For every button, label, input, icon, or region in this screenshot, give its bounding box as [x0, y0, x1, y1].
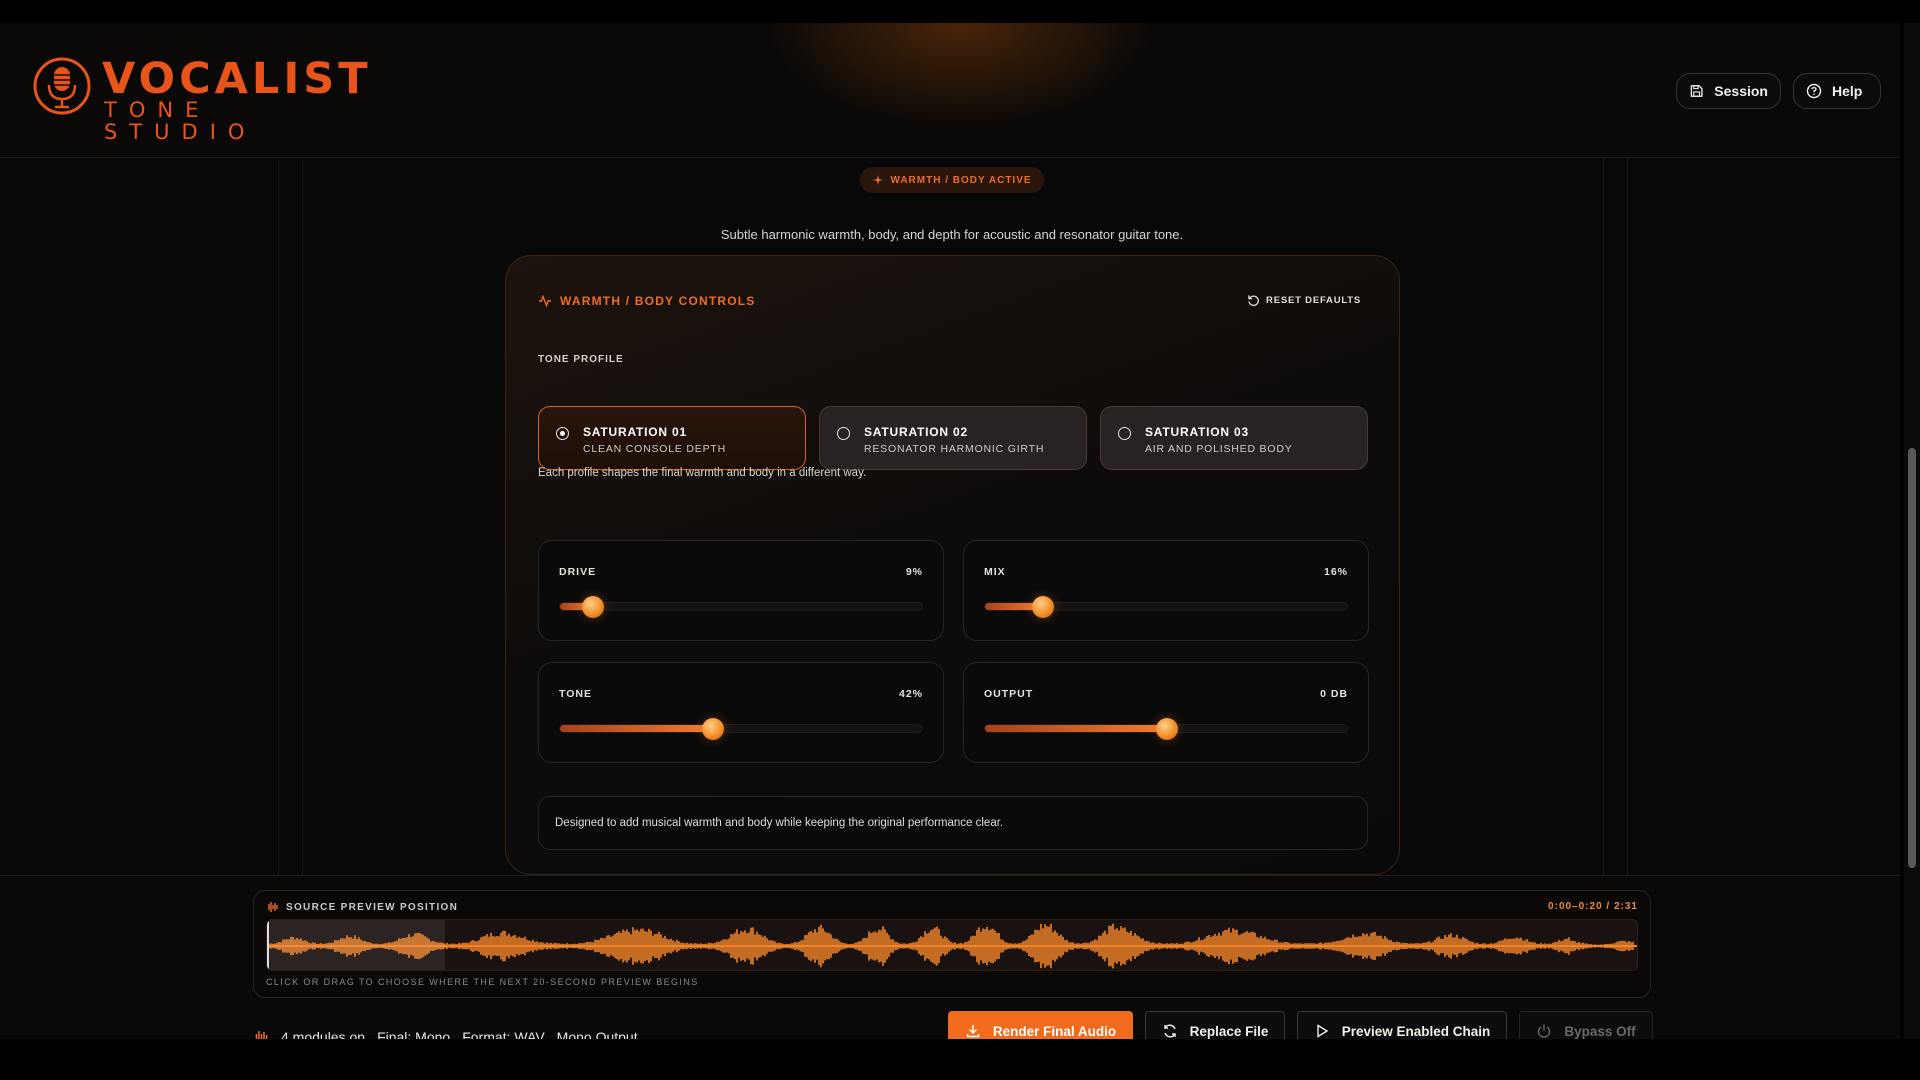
radio-selected — [556, 427, 569, 440]
status-summary: 4 modules on Final: Mono Format: WAV Mon… — [253, 1029, 638, 1039]
panel-heading: WARMTH / BODY CONTROLS — [538, 294, 756, 308]
output-control: OUTPUT 0 DB — [963, 662, 1369, 763]
output-channels: Mono Output — [556, 1029, 638, 1039]
preview-heading: SOURCE PREVIEW POSITION — [266, 901, 458, 913]
profile-saturation-01[interactable]: SATURATION 01 CLEAN CONSOLE DEPTH — [538, 406, 806, 470]
profile-hint: Each profile shapes the final warmth and… — [538, 467, 867, 479]
logo-title: VOCALIST — [102, 54, 372, 104]
module-note-text: Designed to add musical warmth and body … — [555, 817, 1004, 829]
download-icon — [966, 1025, 980, 1038]
output-slider[interactable] — [984, 718, 1348, 740]
output-format: Format: WAV — [462, 1029, 545, 1039]
radio-unselected — [1118, 427, 1131, 440]
bypass-label: Bypass Off — [1564, 1023, 1636, 1039]
logo-subtitle: TONE STUDIO — [104, 98, 257, 144]
slider-thumb[interactable] — [1032, 596, 1055, 618]
content-rail-left-inner — [302, 157, 303, 875]
logo: VOCALIST TONE STUDIO — [32, 55, 368, 143]
content-rail-right-outer — [1627, 157, 1628, 875]
content-rail-left-outer — [278, 157, 279, 875]
drive-label: DRIVE — [559, 566, 597, 578]
scrollbar-thumb[interactable] — [1908, 448, 1916, 868]
profile-saturation-02[interactable]: SATURATION 02 RESONATOR HARMONIC GIRTH — [819, 406, 1087, 470]
help-label: Help — [1832, 83, 1863, 99]
warmth-controls-panel: WARMTH / BODY CONTROLS RESET DEFAULTS TO… — [505, 255, 1400, 875]
activity-icon — [539, 294, 551, 308]
app-window: VOCALIST TONE STUDIO Session Help WARMTH… — [0, 23, 1900, 1039]
replace-label: Replace File — [1189, 1023, 1269, 1039]
session-label: Session — [1714, 83, 1768, 99]
mix-control: MIX 16% — [963, 540, 1369, 641]
preview-label: Preview Enabled Chain — [1341, 1023, 1491, 1039]
profile-description: CLEAN CONSOLE DEPTH — [583, 443, 726, 455]
module-note: Designed to add musical warmth and body … — [538, 796, 1368, 850]
drive-control: DRIVE 9% — [538, 540, 944, 641]
profile-name: SATURATION 03 — [1145, 425, 1249, 439]
radio-unselected — [837, 427, 850, 440]
content-rail-right-inner — [1603, 157, 1604, 875]
slider-thumb[interactable] — [701, 718, 724, 740]
mix-value: 16% — [1323, 566, 1348, 578]
play-icon — [1317, 1024, 1329, 1038]
tone-control: TONE 42% — [538, 662, 944, 763]
slider-thumb[interactable] — [1156, 718, 1178, 740]
preview-selection-window[interactable] — [267, 920, 446, 970]
refresh-icon — [1163, 1024, 1176, 1038]
waveform-scrubber[interactable] — [266, 919, 1638, 971]
final-mode: Final: Mono — [377, 1029, 451, 1039]
help-button[interactable]: Help — [1793, 73, 1881, 109]
bypass-toggle-button[interactable]: Bypass Off — [1519, 1011, 1653, 1039]
profile-saturation-03[interactable]: SATURATION 03 AIR AND POLISHED BODY — [1100, 406, 1368, 470]
preview-enabled-chain-button[interactable]: Preview Enabled Chain — [1297, 1011, 1507, 1039]
slider-fill — [985, 725, 1167, 732]
module-active-badge: WARMTH / BODY ACTIVE — [860, 167, 1044, 193]
render-label: Render Final Audio — [992, 1023, 1117, 1039]
output-label: OUTPUT — [984, 688, 1034, 700]
power-icon — [1538, 1024, 1551, 1038]
tone-profile-label: TONE PROFILE — [538, 354, 624, 365]
save-icon — [1690, 85, 1703, 97]
profile-name: SATURATION 01 — [583, 425, 687, 439]
header: VOCALIST TONE STUDIO Session Help — [0, 23, 1900, 158]
microphone-logo-icon — [33, 57, 91, 115]
sparkle-icon — [873, 175, 884, 185]
profile-description: AIR AND POLISHED BODY — [1145, 443, 1293, 455]
source-preview: SOURCE PREVIEW POSITION 0:00–0:20 / 2:31… — [253, 890, 1651, 998]
tone-label: TONE — [559, 688, 592, 700]
reset-icon — [1248, 295, 1259, 307]
reset-label: RESET DEFAULTS — [1266, 295, 1361, 306]
profile-name: SATURATION 02 — [864, 425, 968, 439]
mix-label: MIX — [984, 566, 1006, 578]
replace-file-button[interactable]: Replace File — [1145, 1011, 1285, 1039]
transport-bar: SOURCE PREVIEW POSITION 0:00–0:20 / 2:31… — [0, 875, 1900, 1039]
waveform-icon — [268, 902, 278, 912]
preview-time: 0:00–0:20 / 2:31 — [1548, 901, 1638, 912]
drive-value: 9% — [905, 566, 923, 578]
mix-slider[interactable] — [984, 596, 1348, 618]
output-value: 0 DB — [1320, 688, 1348, 700]
panel-title: WARMTH / BODY CONTROLS — [560, 294, 756, 308]
session-button[interactable]: Session — [1676, 73, 1781, 109]
tone-value: 42% — [898, 688, 923, 700]
drive-slider[interactable] — [559, 596, 923, 618]
slider-thumb[interactable] — [581, 596, 604, 618]
render-final-audio-button[interactable]: Render Final Audio — [948, 1011, 1133, 1039]
profile-description: RESONATOR HARMONIC GIRTH — [864, 443, 1045, 455]
help-icon — [1806, 83, 1822, 99]
page-scrollbar[interactable] — [1904, 23, 1920, 1039]
modules-count: 4 modules on — [281, 1029, 366, 1039]
waveform-icon — [255, 1031, 268, 1039]
slider-fill — [560, 725, 713, 732]
module-description: Subtle harmonic warmth, body, and depth … — [720, 227, 1184, 242]
waveform — [267, 923, 1637, 969]
preview-title: SOURCE PREVIEW POSITION — [286, 901, 459, 913]
tone-slider[interactable] — [559, 718, 923, 740]
preview-hint: CLICK OR DRAG TO CHOOSE WHERE THE NEXT 2… — [266, 977, 699, 987]
badge-label: WARMTH / BODY ACTIVE — [890, 174, 1032, 186]
reset-defaults-button[interactable]: RESET DEFAULTS — [1247, 294, 1361, 307]
